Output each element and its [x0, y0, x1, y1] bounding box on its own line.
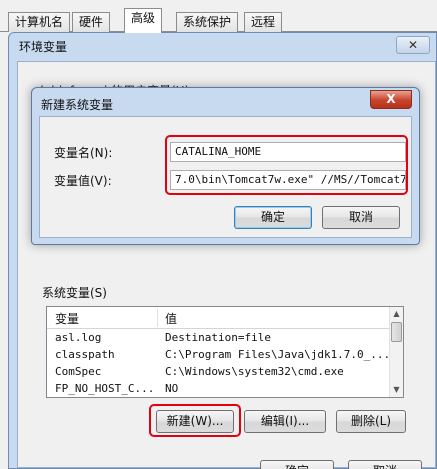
tab-hardware[interactable]: 硬件 — [72, 12, 111, 32]
scroll-up-icon[interactable]: ▲ — [390, 307, 403, 321]
dialog-cancel-button[interactable]: 取消 — [322, 206, 400, 229]
table-header: 变量 值 — [47, 307, 391, 329]
env-titlebar: 环境变量 ✕ — [9, 33, 436, 59]
scroll-down-icon[interactable]: ▼ — [390, 383, 403, 397]
row-value: C:\Program Files\Java\jdk1.7.0_... — [165, 348, 389, 361]
new-system-variable-dialog: 新建系统变量 X 变量名(N): CATALINA_HOME 变量值(V): 7… — [31, 87, 420, 245]
row-name: asl.log — [55, 331, 102, 344]
tab-computer-name[interactable]: 计算机名 — [8, 12, 71, 32]
tab-system-protection[interactable]: 系统保护 — [176, 12, 239, 32]
tab-advanced[interactable]: 高级 — [124, 8, 163, 33]
env-cancel-button[interactable]: 取消 — [348, 460, 422, 469]
scroll-thumb[interactable] — [391, 322, 402, 342]
table-scrollbar[interactable]: ▲ ▼ — [389, 307, 403, 397]
tab-strip: 计算机名 硬件 高级 系统保护 远程 — [0, 8, 437, 33]
dialog-body: 变量名(N): CATALINA_HOME 变量值(V): 7.0\bin\To… — [39, 116, 412, 238]
column-divider[interactable] — [157, 309, 158, 327]
system-vars-table[interactable]: 变量 值 asl.log Destination=file classpath … — [46, 306, 404, 398]
row-value: NO — [165, 382, 179, 395]
variable-value-label: 变量值(V): — [54, 174, 112, 188]
table-row[interactable]: ComSpec C:\Windows\system32\cmd.exe — [47, 364, 391, 381]
delete-variable-button[interactable]: 删除(L) — [336, 410, 406, 433]
edit-variable-button[interactable]: 编辑(I)... — [244, 410, 326, 433]
row-name: ComSpec — [55, 365, 102, 378]
env-window-title: 环境变量 — [19, 40, 68, 54]
column-header-variable[interactable]: 变量 — [55, 310, 79, 327]
variable-name-label: 变量名(N): — [54, 146, 113, 160]
new-variable-button[interactable]: 新建(W)... — [156, 410, 234, 433]
table-row[interactable]: classpath C:\Program Files\Java\jdk1.7.0… — [47, 347, 391, 364]
env-close-button[interactable]: ✕ — [396, 36, 430, 54]
tab-remote[interactable]: 远程 — [244, 12, 283, 32]
table-row[interactable]: FP_NO_HOST_C... NO — [47, 381, 391, 397]
row-value: Destination=file — [165, 331, 271, 344]
column-header-value[interactable]: 值 — [165, 310, 177, 327]
dialog-title: 新建系统变量 — [41, 98, 114, 112]
variable-name-input[interactable]: CATALINA_HOME — [170, 142, 406, 162]
table-row[interactable]: asl.log Destination=file — [47, 330, 391, 347]
system-vars-label: 系统变量(S) — [42, 286, 107, 300]
row-name: classpath — [55, 348, 115, 361]
env-ok-button[interactable]: 确定 — [260, 460, 334, 469]
row-value: C:\Windows\system32\cmd.exe — [165, 365, 344, 378]
row-name: FP_NO_HOST_C... — [55, 382, 155, 395]
dialog-ok-button[interactable]: 确定 — [234, 206, 312, 229]
variable-value-input[interactable]: 7.0\bin\Tomcat7w.exe" //MS//Tomcat7 — [170, 170, 406, 190]
dialog-close-button[interactable]: X — [370, 90, 412, 109]
